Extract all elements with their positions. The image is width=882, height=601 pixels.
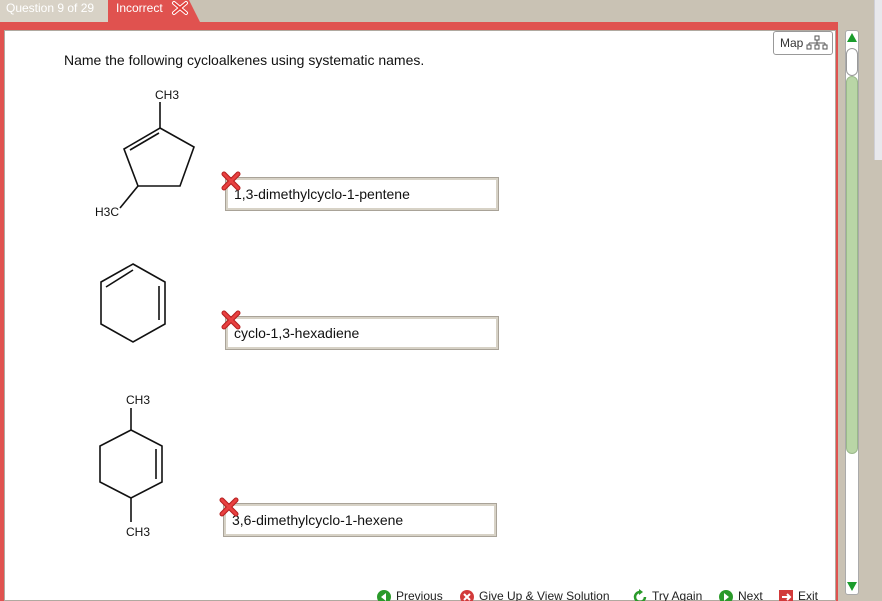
- answer-field-2[interactable]: cyclo-1,3-hexadiene: [225, 316, 499, 350]
- incorrect-x-icon: [221, 171, 241, 191]
- scroll-thumb-top[interactable]: [846, 48, 858, 76]
- question-prompt: Name the following cycloalkenes using sy…: [64, 52, 425, 68]
- close-x-icon: [172, 1, 188, 15]
- scroll-up-arrow-icon[interactable]: [845, 30, 859, 46]
- molecule-3-label-ch3-bottom: CH3: [126, 525, 150, 539]
- footer-nav: Previous Give Up & View Solution Try Aga…: [370, 586, 836, 601]
- answer-2-text: cyclo-1,3-hexadiene: [234, 325, 360, 341]
- scroll-thumb[interactable]: [846, 76, 858, 454]
- molecule-1-label-h3c: H3C: [95, 205, 119, 219]
- answer-field-1[interactable]: 1,3-dimethylcyclo-1-pentene: [225, 177, 499, 211]
- answer-field-3[interactable]: 3,6-dimethylcyclo-1-hexene: [223, 503, 497, 537]
- incorrect-x-icon: [221, 310, 241, 330]
- exit-door-icon: [779, 590, 793, 601]
- status-tab: Incorrect: [108, 0, 200, 22]
- previous-arrow-icon: [377, 590, 391, 601]
- status-label: Incorrect: [116, 1, 163, 15]
- next-arrow-icon: [719, 590, 733, 601]
- give-up-x-icon: [460, 590, 474, 601]
- scroll-down-arrow-icon[interactable]: [845, 578, 859, 594]
- answer-3-text: 3,6-dimethylcyclo-1-hexene: [232, 512, 404, 528]
- molecule-1-label-ch3-top: CH3: [155, 88, 179, 102]
- try-again-refresh-icon: [633, 589, 647, 601]
- answer-1-text: 1,3-dimethylcyclo-1-pentene: [234, 186, 410, 202]
- molecule-2-structure: [100, 263, 166, 343]
- map-label: Map: [780, 36, 804, 50]
- sitemap-icon: [806, 35, 828, 50]
- tab-bar: Question 9 of 29 Incorrect: [0, 0, 882, 22]
- molecule-1-structure: CH3 H3C: [95, 88, 195, 219]
- window-edge: [874, 0, 882, 160]
- incorrect-x-icon: [219, 497, 239, 517]
- molecule-3-label-ch3-top: CH3: [126, 393, 150, 407]
- map-button[interactable]: Map: [773, 31, 833, 55]
- question-counter: Question 9 of 29: [0, 0, 108, 22]
- molecule-3-structure: CH3 CH3: [99, 393, 163, 539]
